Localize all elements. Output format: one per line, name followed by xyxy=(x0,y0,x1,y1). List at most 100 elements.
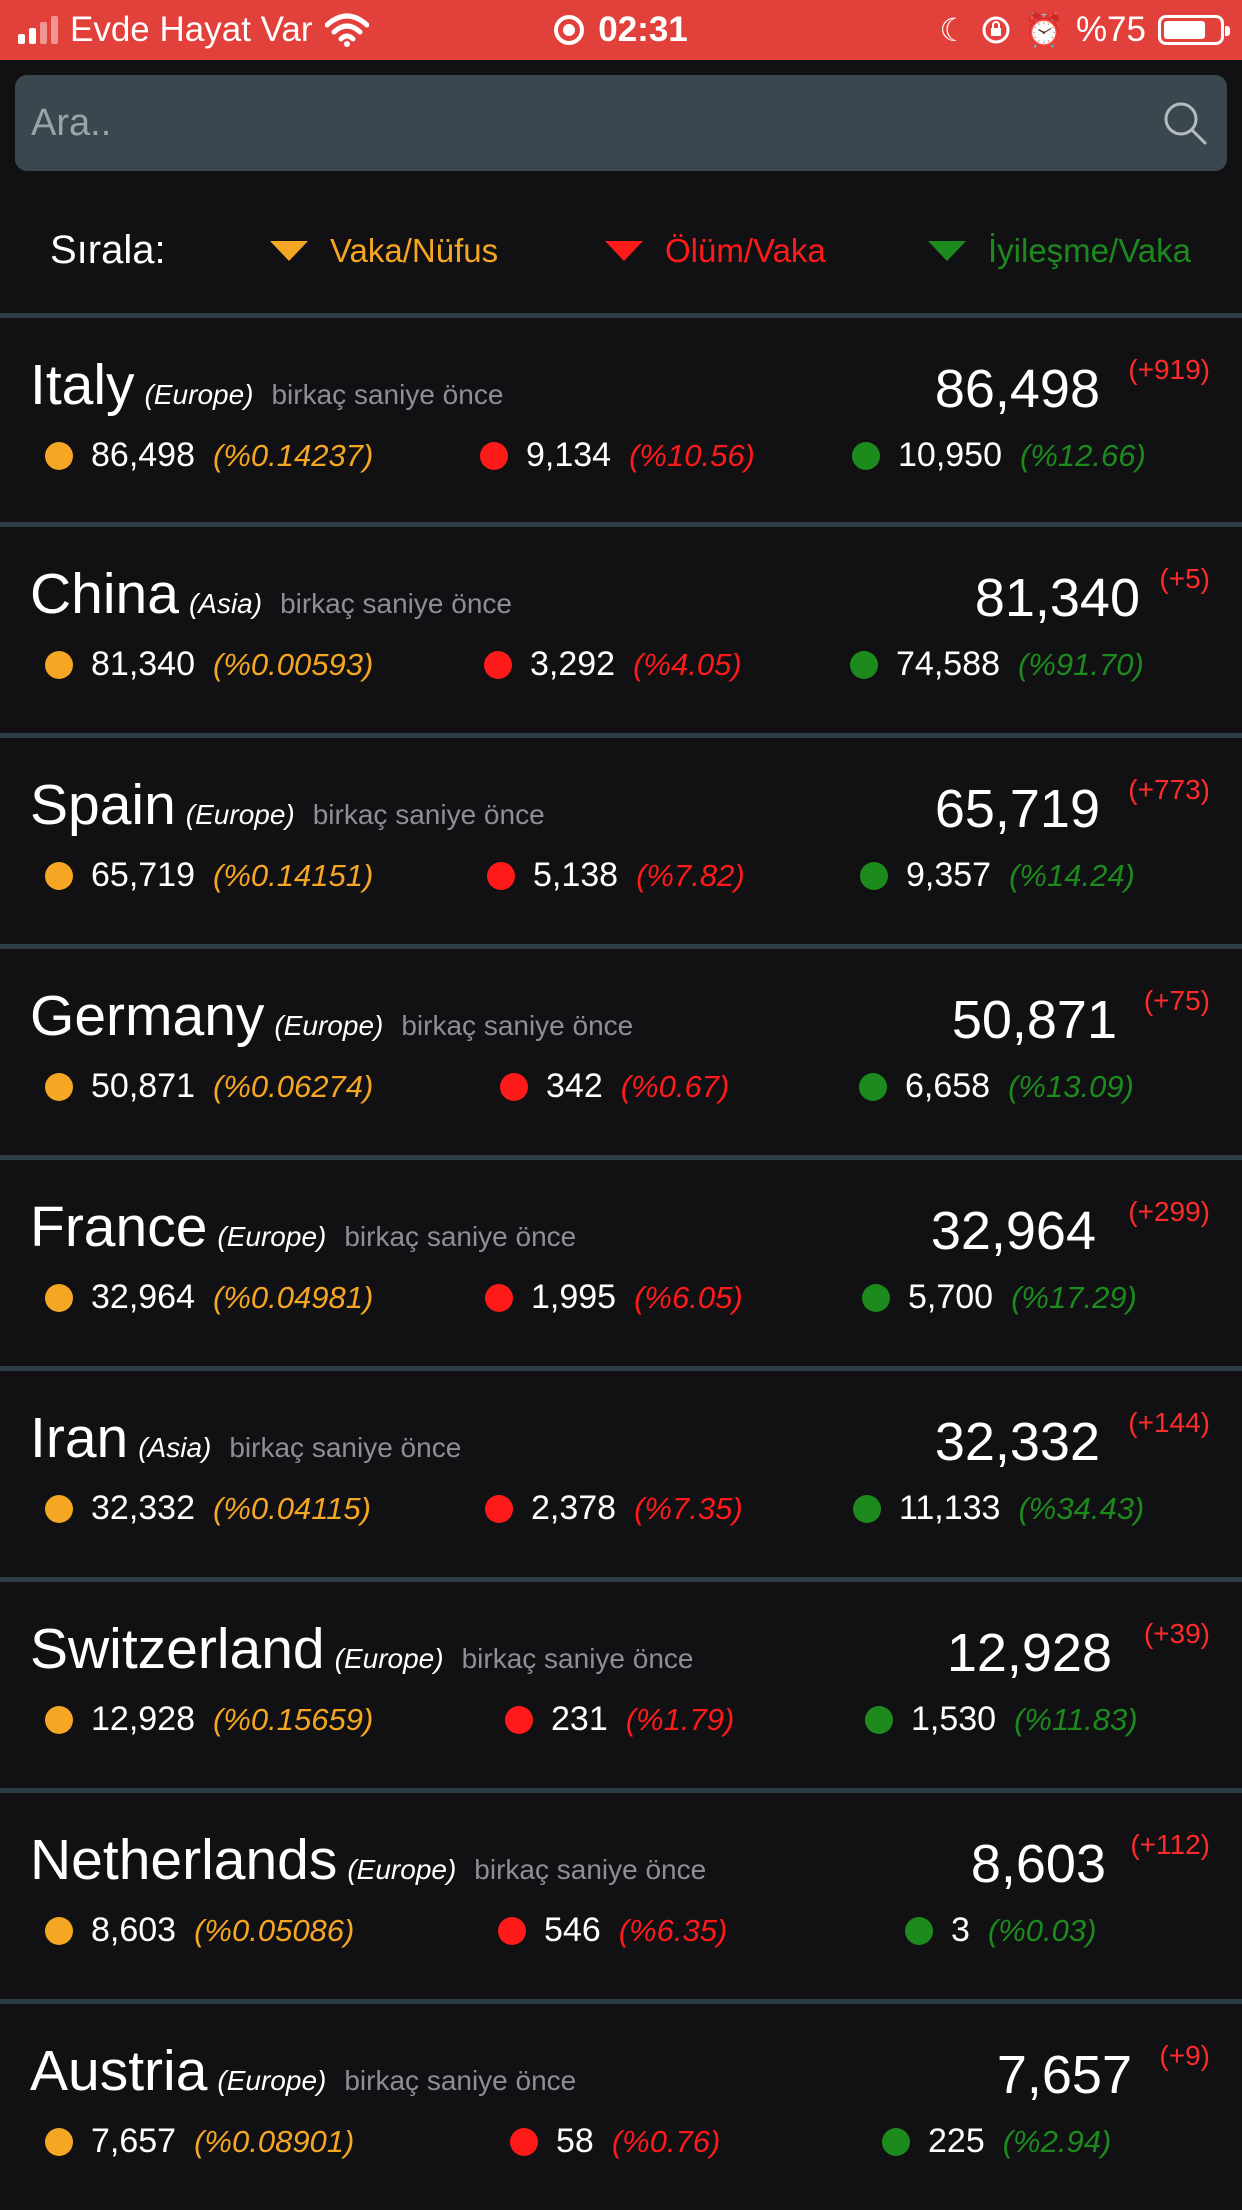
updated-time: birkaç saniye önce xyxy=(344,2065,577,2096)
updated-time: birkaç saniye önce xyxy=(312,799,545,830)
recovered-percent: (%11.83) xyxy=(1014,1701,1138,1737)
recovered-value: 9,357 xyxy=(906,856,992,894)
updated-time: birkaç saniye önce xyxy=(344,1221,577,1252)
recovered-percent: (%0.03) xyxy=(987,1912,1097,1948)
country-name: Germany xyxy=(30,984,265,1048)
cases-percent: (%0.00593) xyxy=(213,646,374,682)
cases-stat: 86,498 (%0.14237) xyxy=(45,436,373,475)
recovered-stat: 1,530 (%11.83) xyxy=(865,1700,1138,1739)
country-name: Austria xyxy=(30,2039,208,2103)
deaths-stat: 9,134 (%10.56) xyxy=(480,436,755,475)
deaths-value: 9,134 xyxy=(526,436,612,474)
recovered-percent: (%2.94) xyxy=(1002,2123,1112,2159)
moon-icon: ☾ xyxy=(939,12,969,48)
cases-value: 32,332 xyxy=(91,1489,195,1527)
deaths-dot-icon xyxy=(484,650,512,679)
country-row-italy[interactable]: Italy (Europe) birkaç saniye önce 86,498 (… xyxy=(0,318,1242,524)
deaths-stat: 546 (%6.35) xyxy=(498,1911,727,1950)
country-row-netherlands[interactable]: Netherlands (Europe) birkaç saniye önce 8,… xyxy=(0,1793,1242,1999)
sort-recovered-per-case[interactable]: İyileşme/Vaka xyxy=(928,232,1191,270)
recovered-dot-icon xyxy=(853,1494,881,1523)
continent-label: (Europe) xyxy=(347,1854,457,1885)
country-row-switzerland[interactable]: Switzerland (Europe) birkaç saniye önce 12… xyxy=(0,1582,1242,1788)
recovered-stat: 9,357 (%14.24) xyxy=(860,856,1135,895)
recovered-dot-icon xyxy=(865,1705,893,1734)
deaths-stat: 2,378 (%7.35) xyxy=(485,1489,743,1528)
status-right: ☾ ⏰ %75 xyxy=(939,0,1230,60)
recovered-stat: 225 (%2.94) xyxy=(882,2122,1111,2161)
sort-cases-per-population[interactable]: Vaka/Nüfus xyxy=(270,232,498,270)
sort-option-label: İyileşme/Vaka xyxy=(988,232,1191,269)
deaths-percent: (%6.35) xyxy=(618,1912,728,1948)
cases-value: 86,498 xyxy=(91,436,195,474)
search-input[interactable]: Ara.. xyxy=(15,75,1227,171)
deaths-stat: 58 (%0.76) xyxy=(510,2122,720,2161)
country-row-germany[interactable]: Germany (Europe) birkaç saniye önce 50,871… xyxy=(0,949,1242,1155)
deaths-value: 3,292 xyxy=(530,645,616,683)
sort-deaths-per-case[interactable]: Ölüm/Vaka xyxy=(605,232,826,270)
recovered-dot-icon xyxy=(850,650,878,679)
total-cases: 65,719 xyxy=(934,779,1100,839)
country-name: France xyxy=(30,1195,208,1259)
deaths-percent: (%6.05) xyxy=(634,1279,743,1315)
country-row-china[interactable]: China (Asia) birkaç saniye önce 81,340 (+5… xyxy=(0,527,1242,733)
cases-value: 12,928 xyxy=(91,1700,195,1738)
deaths-percent: (%7.35) xyxy=(634,1490,743,1526)
cases-dot-icon xyxy=(45,650,73,679)
cases-percent: (%0.15659) xyxy=(213,1701,374,1737)
cases-dot-icon xyxy=(45,441,73,470)
deaths-dot-icon xyxy=(487,861,515,890)
recovered-stat: 74,588 (%91.70) xyxy=(850,645,1144,684)
updated-time: birkaç saniye önce xyxy=(461,1643,694,1674)
recovered-stat: 3 (%0.03) xyxy=(905,1911,1096,1950)
cases-stat: 8,603 (%0.05086) xyxy=(45,1911,354,1950)
cases-stat: 7,657 (%0.08901) xyxy=(45,2122,354,2161)
continent-label: (Europe) xyxy=(274,1010,384,1041)
status-bar: Evde Hayat Var 02:31 ☾ ⏰ %75 xyxy=(0,0,1242,60)
cases-stat: 32,964 (%0.04981) xyxy=(45,1278,373,1317)
recovered-value: 3 xyxy=(951,1911,970,1949)
deaths-value: 231 xyxy=(551,1700,608,1738)
recovered-stat: 10,950 (%12.66) xyxy=(852,436,1146,475)
recovered-dot-icon xyxy=(852,441,880,470)
recovered-percent: (%14.24) xyxy=(1009,857,1135,893)
country-row-spain[interactable]: Spain (Europe) birkaç saniye önce 65,719 (… xyxy=(0,738,1242,944)
deaths-stat: 3,292 (%4.05) xyxy=(484,645,742,684)
country-name: Iran xyxy=(30,1406,129,1470)
continent-label: (Europe) xyxy=(217,1221,327,1252)
search-placeholder: Ara.. xyxy=(31,101,112,144)
cases-dot-icon xyxy=(45,1072,73,1101)
total-cases: 32,332 xyxy=(934,1412,1100,1472)
cases-percent: (%0.06274) xyxy=(213,1068,374,1104)
new-cases-delta: (+39) xyxy=(1143,1618,1210,1649)
recovered-value: 6,658 xyxy=(905,1067,991,1105)
deaths-dot-icon xyxy=(480,441,508,470)
total-cases: 86,498 xyxy=(934,359,1100,419)
cases-percent: (%0.14237) xyxy=(213,437,374,473)
deaths-value: 1,995 xyxy=(531,1278,617,1316)
updated-time: birkaç saniye önce xyxy=(474,1854,707,1885)
status-time: 02:31 xyxy=(598,10,688,49)
cases-stat: 81,340 (%0.00593) xyxy=(45,645,373,684)
cases-dot-icon xyxy=(45,1494,73,1523)
sort-arrow-down-icon xyxy=(605,241,643,261)
recovered-stat: 11,133 (%34.43) xyxy=(853,1489,1144,1528)
country-row-austria[interactable]: Austria (Europe) birkaç saniye önce 7,657 … xyxy=(0,2004,1242,2210)
deaths-stat: 5,138 (%7.82) xyxy=(487,856,745,895)
country-name: Netherlands xyxy=(30,1828,338,1892)
country-row-iran[interactable]: Iran (Asia) birkaç saniye önce 32,332 (+14… xyxy=(0,1371,1242,1577)
total-cases: 12,928 xyxy=(946,1623,1112,1683)
screen-record-icon xyxy=(554,15,585,45)
cases-dot-icon xyxy=(45,861,73,890)
country-row-france[interactable]: France (Europe) birkaç saniye önce 32,964 … xyxy=(0,1160,1242,1366)
cases-stat: 32,332 (%0.04115) xyxy=(45,1489,371,1528)
new-cases-delta: (+9) xyxy=(1159,2040,1210,2071)
updated-time: birkaç saniye önce xyxy=(401,1010,634,1041)
recovered-value: 5,700 xyxy=(908,1278,994,1316)
recovered-percent: (%34.43) xyxy=(1018,1490,1145,1526)
recovered-dot-icon xyxy=(905,1916,933,1945)
deaths-percent: (%10.56) xyxy=(629,437,755,473)
country-name: Switzerland xyxy=(30,1617,325,1681)
continent-label: (Asia) xyxy=(188,588,263,619)
cases-value: 32,964 xyxy=(91,1278,195,1316)
